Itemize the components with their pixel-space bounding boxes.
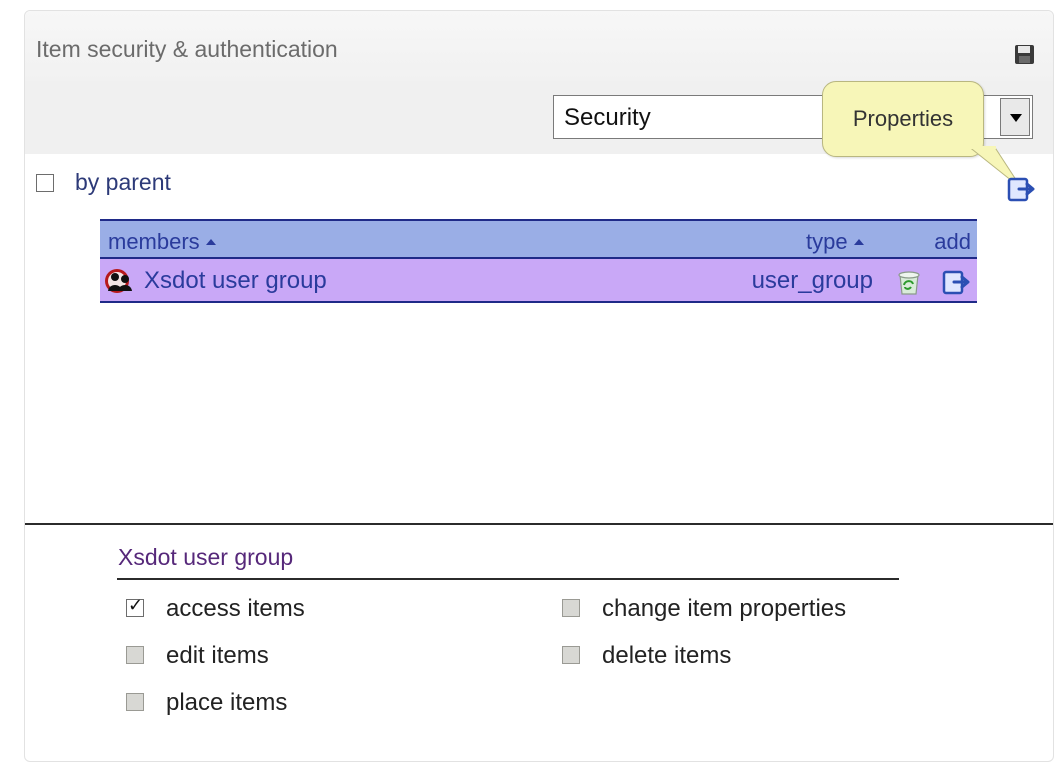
by-parent-row: by parent (25, 154, 1053, 214)
sort-arrow-icon (853, 239, 864, 245)
add-column-header[interactable]: add (934, 229, 971, 255)
change-item-properties-checkbox (562, 599, 580, 617)
access-items-checkbox[interactable]: ✓ (126, 597, 144, 617)
view-select-value: Security (564, 104, 651, 131)
section-divider (25, 523, 1053, 525)
by-parent-label: by parent (75, 169, 171, 195)
user-group-icon (105, 269, 132, 293)
type-header-label: type (806, 229, 848, 254)
permissions-underline (117, 578, 899, 580)
chevron-down-icon[interactable] (1000, 98, 1030, 136)
permission-label: delete items (602, 642, 732, 669)
panel-title: Item security & authentication (36, 36, 338, 62)
by-parent-checkbox[interactable] (36, 174, 54, 192)
members-table: members type add Xsdot user group user_g… (100, 219, 977, 303)
type-column-header[interactable]: type (806, 229, 864, 255)
permission-label: change item properties (602, 595, 847, 622)
tooltip-text: Properties (852, 106, 954, 131)
permission-label: access items (166, 595, 305, 622)
delete-items-checkbox (562, 646, 580, 664)
permission-label: edit items (166, 642, 269, 669)
place-items-checkbox (126, 693, 144, 711)
add-member-icon[interactable] (941, 267, 971, 297)
floppy-disk-icon[interactable] (1014, 44, 1035, 65)
sort-arrow-icon (205, 239, 216, 245)
security-panel: Item security & authentication Security … (24, 10, 1054, 762)
table-row[interactable]: Xsdot user group user_group (100, 259, 977, 303)
trash-icon[interactable] (895, 268, 923, 296)
members-column-header[interactable]: members (108, 229, 216, 255)
permissions-group-title: Xsdot user group (118, 544, 294, 570)
panel-titlebar: Item security & authentication (25, 11, 1053, 81)
members-header-label: members (108, 229, 200, 254)
edit-properties-icon[interactable] (1006, 174, 1036, 204)
members-table-header: members type add (100, 219, 977, 259)
edit-items-checkbox (126, 646, 144, 664)
member-name[interactable]: Xsdot user group (144, 267, 327, 295)
member-type: user_group (751, 267, 873, 294)
permission-label: place items (166, 689, 288, 716)
